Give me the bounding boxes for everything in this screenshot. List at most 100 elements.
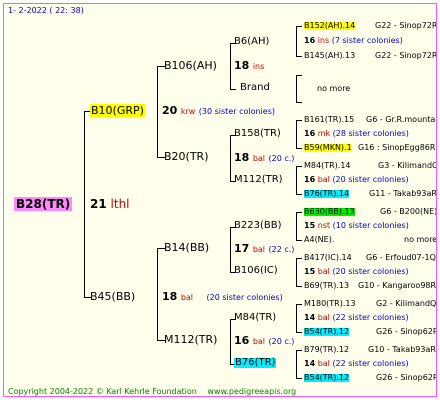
father-queen-code[interactable]: B10(GRP) [90, 104, 145, 117]
father-year: 20 [162, 104, 178, 117]
ancestor-info: 16 ins (7 sister colonies) [304, 37, 403, 45]
queen-info: 17 bal (22 c.) [234, 243, 294, 254]
queen-info: 16 bal (20 c.) [234, 335, 294, 346]
connector-line [296, 120, 302, 121]
ancestor-info: 16 mk (28 sister colonies) [304, 130, 409, 138]
ancestor-code[interactable]: B417(IC).14 [304, 254, 352, 262]
ancestor-code[interactable]: B76(TR).14 [304, 190, 350, 198]
ancestor-sister-count: (28 sister colonies) [332, 129, 409, 138]
queen-code[interactable]: Brand [240, 83, 270, 93]
ancestor-code[interactable]: B152(AH).14 [304, 22, 356, 30]
connector-line [296, 332, 302, 333]
ancestor-info: 14 bal (22 sister colonies) [304, 360, 409, 368]
ancestor-code[interactable]: M180(TR).13 [304, 300, 356, 308]
ancestor-year: 15 [304, 267, 316, 276]
connector-line [296, 212, 297, 241]
connector-line [296, 75, 302, 76]
mother-sister-count: (20 sister colonies) [206, 293, 283, 302]
queen-code[interactable]: B223(BB) [234, 221, 281, 231]
queen-code[interactable]: B106(IC) [234, 266, 278, 276]
ancestor-info: 16 bal (20 sister colonies) [304, 176, 409, 184]
ancestor-breeder-tag: bal [317, 359, 330, 368]
connector-line [84, 111, 85, 298]
website-link[interactable]: www.pedigreeapis.org [207, 387, 296, 396]
connector-line [230, 319, 231, 365]
ancestor-year: 16 [304, 129, 316, 138]
ancestor-breeder-tag: mk [317, 129, 331, 138]
ancestor-reference: G26 - Sinop62R [376, 373, 437, 382]
connector-line [157, 66, 158, 158]
connector-line [230, 135, 231, 182]
root-queen-code[interactable]: B28(TR) [14, 197, 73, 211]
root-year: 21 [90, 197, 107, 211]
ancestor-breeder-tag: bal [317, 267, 330, 276]
ancestor-breeder-tag: bal [317, 175, 330, 184]
ancestor-code[interactable]: B54(TR).12 [304, 328, 350, 336]
ancestor-code[interactable]: B161(TR).15 [304, 116, 354, 124]
ancestor-year: 16 [304, 175, 316, 184]
mother-breeder-tag: bal [180, 293, 194, 302]
ancestor-sister-count: (7 sister colonies) [331, 36, 403, 45]
ancestor-year: 14 [304, 359, 316, 368]
queen-code[interactable]: M112(TR) [164, 334, 217, 345]
ancestor-reference: G22 - Sinop72R [375, 21, 437, 30]
father-sister-count: (30 sister colonies) [198, 107, 275, 116]
queen-code[interactable]: B6(AH) [234, 37, 269, 47]
ancestor-code[interactable]: B630(BB).13 [304, 208, 355, 216]
ancestor-code[interactable]: B145(AH).13 [304, 52, 355, 60]
connector-line [157, 248, 158, 341]
root-breeder-tag: lthl [110, 197, 130, 211]
connector-line [296, 26, 302, 27]
ancestor-breeder-tag: bal [317, 313, 330, 322]
queen-breeder-tag: ins [252, 62, 265, 71]
ancestor-code[interactable]: B59(MKN).1 [304, 144, 352, 152]
queen-code[interactable]: B20(TR) [164, 151, 209, 162]
ancestor-code[interactable]: A4(NE). [304, 236, 334, 244]
father-queen-info: 20 krw (30 sister colonies) [162, 105, 275, 116]
queen-sister-count: (22 c.) [268, 245, 295, 254]
connector-line [296, 166, 302, 167]
pedigree-chart: 1- 2-2022 ( 22: 38) B28(TR) 21 lthl B10(… [3, 3, 437, 397]
ancestor-sister-count: (20 sister colonies) [332, 175, 409, 184]
connector-line [296, 102, 302, 103]
queen-code[interactable]: M84(TR) [234, 313, 276, 323]
mother-year: 18 [162, 290, 178, 303]
queen-breeder-tag: bal [252, 154, 266, 163]
ancestor-reference: no more [404, 235, 437, 244]
ancestor-sister-count: (20 sister colonies) [332, 267, 409, 276]
ancestor-info: 15 bal (20 sister colonies) [304, 268, 409, 276]
ancestor-sister-count: (22 sister colonies) [332, 313, 409, 322]
queen-code[interactable]: B76(TR) [234, 358, 277, 368]
queen-code[interactable]: M112(TR) [234, 175, 283, 185]
mother-queen-code[interactable]: B45(BB) [90, 291, 135, 302]
father-breeder-tag: krw [180, 107, 196, 116]
connector-line [296, 166, 297, 195]
ancestor-reference: G6 - B200(NE) [380, 207, 437, 216]
queen-sister-count: (20 c.) [268, 154, 295, 163]
connector-line [296, 350, 302, 351]
queen-code[interactable]: B158(TR) [234, 129, 281, 139]
ancestor-code[interactable]: M84(TR).14 [304, 162, 351, 170]
ancestor-breeder-tag: nst [317, 221, 331, 230]
queen-code[interactable]: B14(BB) [164, 242, 209, 253]
ancestor-year: 16 [304, 36, 316, 45]
ancestor-year: 14 [304, 313, 316, 322]
ancestor-code[interactable]: B54(TR).12 [304, 374, 350, 382]
ancestor-reference: G16 : SinopEgg86R [358, 143, 436, 152]
ancestor-reference: G6 - Gr.R.mounta [366, 115, 436, 124]
ancestor-info: 14 bal (22 sister colonies) [304, 314, 409, 322]
ancestor-code[interactable]: B79(TR).12 [304, 346, 349, 354]
ancestor-reference: G3 - KilimandQ [378, 161, 437, 170]
connector-line [296, 258, 297, 287]
connector-line [296, 286, 302, 287]
ancestor-reference: G6 - Erfoud07-1Q [366, 253, 436, 262]
connector-line [296, 304, 302, 305]
queen-breeder-tag: bal [252, 245, 266, 254]
queen-year: 17 [234, 242, 250, 255]
queen-code[interactable]: B106(AH) [164, 60, 217, 71]
print-date: 1- 2-2022 ( 22: 38) [8, 6, 84, 15]
connector-line [296, 378, 302, 379]
ancestor-sister-count: (22 sister colonies) [332, 359, 409, 368]
ancestor-code[interactable]: B69(TR).13 [304, 282, 349, 290]
ancestor-reference: G2 - KilimandQ [376, 299, 437, 308]
